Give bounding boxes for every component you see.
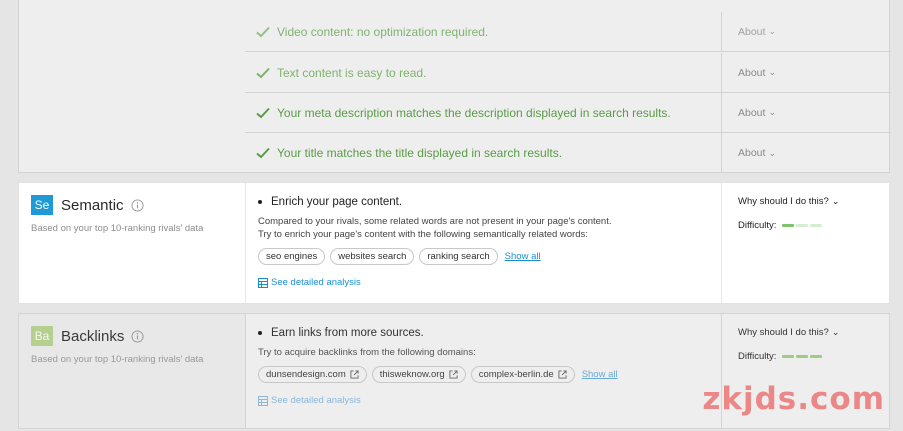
chevron-down-icon: ⌄ [768,26,776,36]
check-text: Video content: no optimization required. [277,24,489,39]
about-label: About [738,66,766,79]
domain-chip[interactable]: dunsendesign.com [258,366,367,383]
semantic-badge: Se [31,195,53,215]
about-label: About [738,106,766,119]
completed-checks-card: Video content: no optimization required.… [18,0,891,173]
chevron-down-icon: ⌄ [831,327,840,337]
difficulty-meter [782,224,824,227]
about-dropdown-meta[interactable]: About ⌄ [721,93,891,133]
watermark: zkjds.com [702,381,885,417]
domain-label: thisweknow.org [379,369,445,380]
difficulty-bar [782,224,795,227]
about-dropdown-text[interactable]: About ⌄ [721,53,891,93]
see-detailed-analysis-link[interactable]: See detailed analysis [258,277,721,288]
check-text: Text content is easy to read. [277,65,427,80]
external-link-icon [558,370,567,379]
task-description: Try to acquire backlinks from the follow… [258,346,721,359]
checkmark-icon [256,26,270,37]
task-description: Compared to your rivals, some related wo… [258,215,721,241]
backlinks-title: Backlinks [61,327,125,345]
table-icon [258,395,268,406]
keyword-chips: seo engines websites search ranking sear… [258,248,721,265]
domain-label: dunsendesign.com [266,369,346,380]
info-icon[interactable] [131,329,144,343]
semantic-task: Enrich your page content. Compared to yo… [245,183,721,303]
why-label: Why should I do this? [738,196,829,207]
check-text: Your title matches the title displayed i… [277,146,563,160]
keyword-chip[interactable]: seo engines [258,248,326,265]
domain-chip[interactable]: complex-berlin.de [470,366,575,383]
see-detailed-analysis-link[interactable]: See detailed analysis [258,395,721,406]
check-row-video: Video content: no optimization required. [245,12,721,52]
domain-chip[interactable]: thisweknow.org [371,366,466,383]
external-link-icon [350,370,359,379]
task-title-text: Enrich your page content. [271,196,403,208]
keyword-chip[interactable]: ranking search [419,248,498,265]
show-all-link[interactable]: Show all [582,369,618,380]
check-row-text: Text content is easy to read. [245,53,721,93]
semantic-subtitle: Based on your top 10-ranking rivals' dat… [31,223,204,234]
backlinks-subtitle: Based on your top 10-ranking rivals' dat… [31,354,204,365]
semantic-header: Se Semantic Based on your top 10-ranking… [19,183,245,303]
backlinks-task: Earn links from more sources. Try to acq… [245,314,721,428]
difficulty-meter [782,355,824,358]
why-dropdown[interactable]: Why should I do this? ⌄ [738,327,891,338]
difficulty-bar [796,355,809,358]
task-title: Enrich your page content. [258,196,721,208]
difficulty: Difficulty: [738,351,891,362]
backlinks-badge: Ba [31,326,53,346]
detail-link-label: See detailed analysis [271,395,361,406]
difficulty-bar [810,224,823,227]
task-title: Earn links from more sources. [258,327,721,339]
checkmark-icon [256,107,270,118]
domain-label: complex-berlin.de [478,369,554,380]
check-text: Your meta description matches the descri… [277,105,671,120]
domain-chips: dunsendesign.com thisweknow.org complex-… [258,366,721,383]
desc-line: Compared to your rivals, some related wo… [258,216,612,227]
desc-line: Try to enrich your page's content with t… [258,229,588,240]
checkmark-icon [256,147,270,159]
about-label: About [738,25,766,38]
show-all-link[interactable]: Show all [505,251,541,262]
keyword-chip[interactable]: websites search [330,248,415,265]
external-link-icon [449,370,458,379]
chevron-down-icon: ⌄ [768,107,776,117]
task-title-text: Earn links from more sources. [271,327,424,339]
difficulty-label: Difficulty: [738,351,777,362]
why-label: Why should I do this? [738,327,829,338]
chevron-down-icon: ⌄ [768,147,776,158]
semantic-meta: Why should I do this? ⌄ Difficulty: [721,183,891,303]
check-row-meta: Your meta description matches the descri… [245,93,721,133]
chevron-down-icon: ⌄ [768,67,776,77]
backlinks-header: Ba Backlinks Based on your top 10-rankin… [19,314,245,428]
desc-line: Try to acquire backlinks from the follow… [258,347,476,358]
bullet [258,331,262,335]
difficulty-bar [810,355,823,358]
table-icon [258,277,268,288]
why-dropdown[interactable]: Why should I do this? ⌄ [738,196,891,207]
chevron-down-icon: ⌄ [831,196,840,206]
about-dropdown-title[interactable]: About ⌄ [721,133,891,173]
bullet [258,200,262,204]
semantic-title: Semantic [61,196,124,214]
detail-link-label: See detailed analysis [271,277,361,288]
difficulty-bar [782,355,795,358]
difficulty-label: Difficulty: [738,220,777,231]
info-icon[interactable] [130,198,144,212]
semantic-card: Se Semantic Based on your top 10-ranking… [18,182,890,304]
checkmark-icon [256,67,270,78]
about-label: About [738,147,766,159]
difficulty: Difficulty: [738,220,891,231]
about-dropdown-video[interactable]: About ⌄ [721,12,891,52]
check-row-title: Your title matches the title displayed i… [245,133,721,173]
difficulty-bar [796,224,809,227]
